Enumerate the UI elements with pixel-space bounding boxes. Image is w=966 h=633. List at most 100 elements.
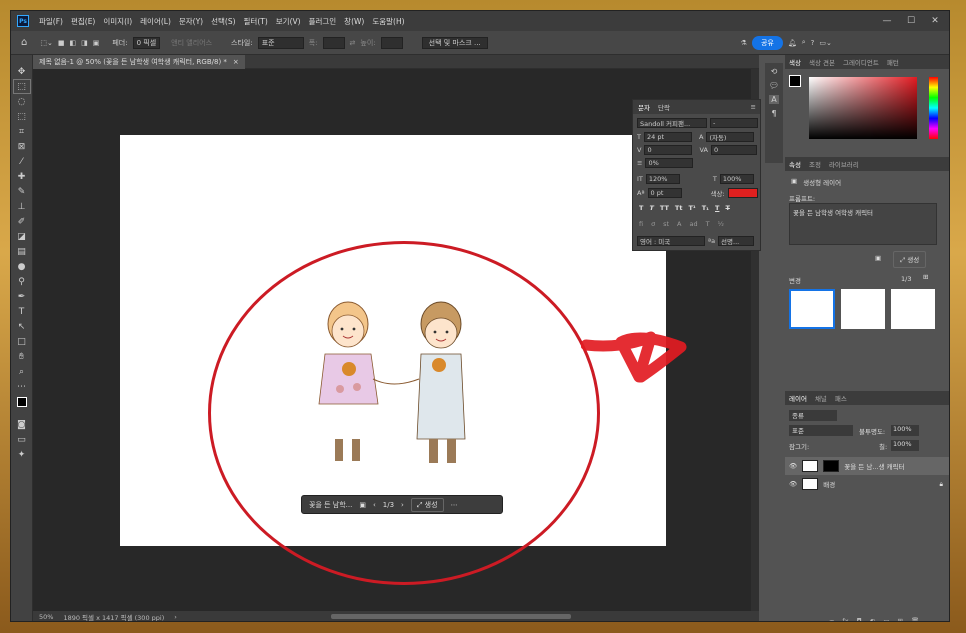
paragraph-panel-icon[interactable]: ¶ <box>771 109 776 118</box>
delete-layer-icon[interactable]: 🗑︎ <box>911 617 919 621</box>
zoom-tool-icon[interactable]: ⌕ <box>14 365 30 378</box>
workspace-icon[interactable]: ▭⌄ <box>819 39 831 47</box>
stamp-tool-icon[interactable]: ⊥ <box>14 200 30 213</box>
layer-row[interactable]: 👁︎ 배경 🔒︎ <box>785 475 949 493</box>
character-panel-icon[interactable]: A <box>769 95 779 104</box>
link-layers-icon[interactable]: ∞ <box>829 617 834 621</box>
faux-italic-icon[interactable]: T <box>649 204 653 212</box>
tab-layers[interactable]: 레이어 <box>789 393 807 403</box>
antialias-checkbox[interactable]: 앤티 앨리어스 <box>171 38 212 48</box>
faux-bold-icon[interactable]: T <box>639 204 643 212</box>
select-and-mask-button[interactable]: 선택 및 마스크 ... <box>421 36 488 49</box>
horizontal-scale-input[interactable]: 100% <box>719 174 754 184</box>
subscript-icon[interactable]: T₁ <box>702 204 709 212</box>
color-swatches[interactable] <box>14 395 30 408</box>
underline-icon[interactable]: T <box>715 204 719 212</box>
comments-panel-icon[interactable]: 💬︎ <box>769 81 779 90</box>
new-layer-icon[interactable]: ⊞ <box>898 617 903 621</box>
vertical-scale-input[interactable]: 120% <box>645 174 680 184</box>
new-selection-icon[interactable]: ■ <box>58 39 65 47</box>
path-select-icon[interactable]: ↖ <box>14 320 30 333</box>
tab-paths[interactable]: 패스 <box>835 393 847 403</box>
layer-name[interactable]: 배경 <box>823 479 835 489</box>
leading-input[interactable]: (자동) <box>706 132 755 142</box>
pen-tool-icon[interactable]: ✒ <box>14 290 30 303</box>
menu-file[interactable]: 파일(F) <box>35 16 67 27</box>
eyedropper-tool-icon[interactable]: ⁄ <box>14 155 30 168</box>
gen-bar-prompt[interactable]: 꽃을 든 남학... <box>309 500 352 510</box>
subtract-selection-icon[interactable]: ◨ <box>81 39 88 47</box>
font-family-select[interactable]: Sandoll 커피팬... <box>637 118 707 128</box>
variation-thumbnail-2[interactable] <box>841 289 885 329</box>
language-select[interactable]: 영어 : 미국 <box>637 236 705 246</box>
adjustment-layer-icon[interactable]: ◐ <box>870 617 876 621</box>
width-input[interactable] <box>322 36 345 49</box>
ordinal-icon[interactable]: T <box>706 220 710 228</box>
document-tab[interactable]: 제목 없음-1 @ 50% (꽃을 든 남학생 여학생 캐릭터, RGB/8) … <box>33 55 245 69</box>
titling-icon[interactable]: ad <box>689 220 697 228</box>
intersect-selection-icon[interactable]: ▣ <box>93 39 100 47</box>
menu-image[interactable]: 이미지(I) <box>99 16 136 27</box>
marquee-tool-icon[interactable]: ⬚ <box>12 79 31 94</box>
help-icon[interactable]: ? <box>811 39 815 47</box>
font-style-select[interactable]: - <box>710 118 758 128</box>
blur-tool-icon[interactable]: ● <box>14 260 30 273</box>
swash-icon[interactable]: st <box>663 220 669 228</box>
home-icon[interactable]: ⌂ <box>21 37 27 48</box>
move-tool-icon[interactable]: ✥ <box>14 65 30 78</box>
tab-adjustments[interactable]: 조정 <box>809 159 821 169</box>
hand-tool-icon[interactable]: ✋︎ <box>14 350 30 363</box>
minimize-button[interactable]: — <box>875 11 899 31</box>
height-input[interactable] <box>380 36 403 49</box>
layer-filter-select[interactable]: 종류 <box>789 410 837 421</box>
add-mask-icon[interactable]: ◘ <box>857 617 862 621</box>
history-panel-icon[interactable]: ⟲ <box>771 67 778 76</box>
type-tool-icon[interactable]: T <box>14 305 30 318</box>
tab-patterns[interactable]: 패턴 <box>887 57 899 67</box>
tab-libraries[interactable]: 라이브러리 <box>829 159 859 169</box>
visibility-eye-icon[interactable]: 👁︎ <box>789 480 797 488</box>
notification-icon[interactable]: 🔔︎ <box>788 39 797 47</box>
menu-filter[interactable]: 필터(T) <box>240 16 272 27</box>
fraction-icon[interactable]: ½ <box>718 220 724 228</box>
healing-brush-icon[interactable]: ✚ <box>14 170 30 183</box>
style-select[interactable]: 표준 <box>257 36 304 49</box>
search-icon[interactable]: ⌕ <box>802 38 806 47</box>
gen-bar-generate-button[interactable]: ⤢ 생성 <box>410 497 444 512</box>
hue-slider[interactable] <box>929 77 938 139</box>
variation-thumbnail-1[interactable] <box>789 289 835 329</box>
font-size-input[interactable]: 24 pt <box>643 132 692 142</box>
menu-window[interactable]: 창(W) <box>340 16 368 27</box>
zoom-level[interactable]: 50% <box>39 613 53 621</box>
foreground-color-swatch[interactable] <box>789 75 801 87</box>
strikethrough-icon[interactable]: T <box>725 204 729 212</box>
object-select-tool-icon[interactable]: ⬚ <box>14 110 30 123</box>
reference-image-icon[interactable]: ▣ <box>875 254 881 262</box>
layer-name[interactable]: 꽃을 든 남...생 캐릭터 <box>844 461 904 471</box>
menu-layer[interactable]: 레이어(L) <box>136 16 175 27</box>
lasso-tool-icon[interactable]: ◌ <box>14 95 30 108</box>
close-tab-icon[interactable]: × <box>233 58 239 66</box>
color-field[interactable] <box>809 77 917 139</box>
tsume-input[interactable]: 0% <box>645 158 694 168</box>
superscript-icon[interactable]: T¹ <box>688 204 695 212</box>
quick-mask-icon[interactable]: ◙ <box>14 418 30 431</box>
ligature-icon[interactable]: fi <box>639 220 643 228</box>
menu-view[interactable]: 보기(V) <box>272 16 305 27</box>
flask-icon[interactable]: ⚗ <box>741 39 747 47</box>
tab-properties[interactable]: 속성 <box>789 159 801 169</box>
panel-menu-icon[interactable]: ≡ <box>751 103 756 111</box>
next-variation-icon[interactable]: › <box>401 501 404 509</box>
tab-paragraph[interactable]: 단락 <box>658 102 670 112</box>
close-button[interactable]: ✕ <box>923 11 947 31</box>
more-options-icon[interactable]: ⋯ <box>451 501 458 509</box>
maximize-button[interactable]: ☐ <box>899 11 923 31</box>
eraser-tool-icon[interactable]: ◪ <box>14 230 30 243</box>
menu-help[interactable]: 도움말(H) <box>368 16 408 27</box>
menu-select[interactable]: 선택(S) <box>207 16 239 27</box>
gen-image-icon[interactable]: ▣ <box>359 501 366 509</box>
blend-mode-select[interactable]: 표준 <box>789 425 853 436</box>
share-button[interactable]: 공유 <box>751 35 783 50</box>
add-selection-icon[interactable]: ◧ <box>69 39 76 47</box>
swap-icon[interactable]: ⇄ <box>350 39 356 47</box>
